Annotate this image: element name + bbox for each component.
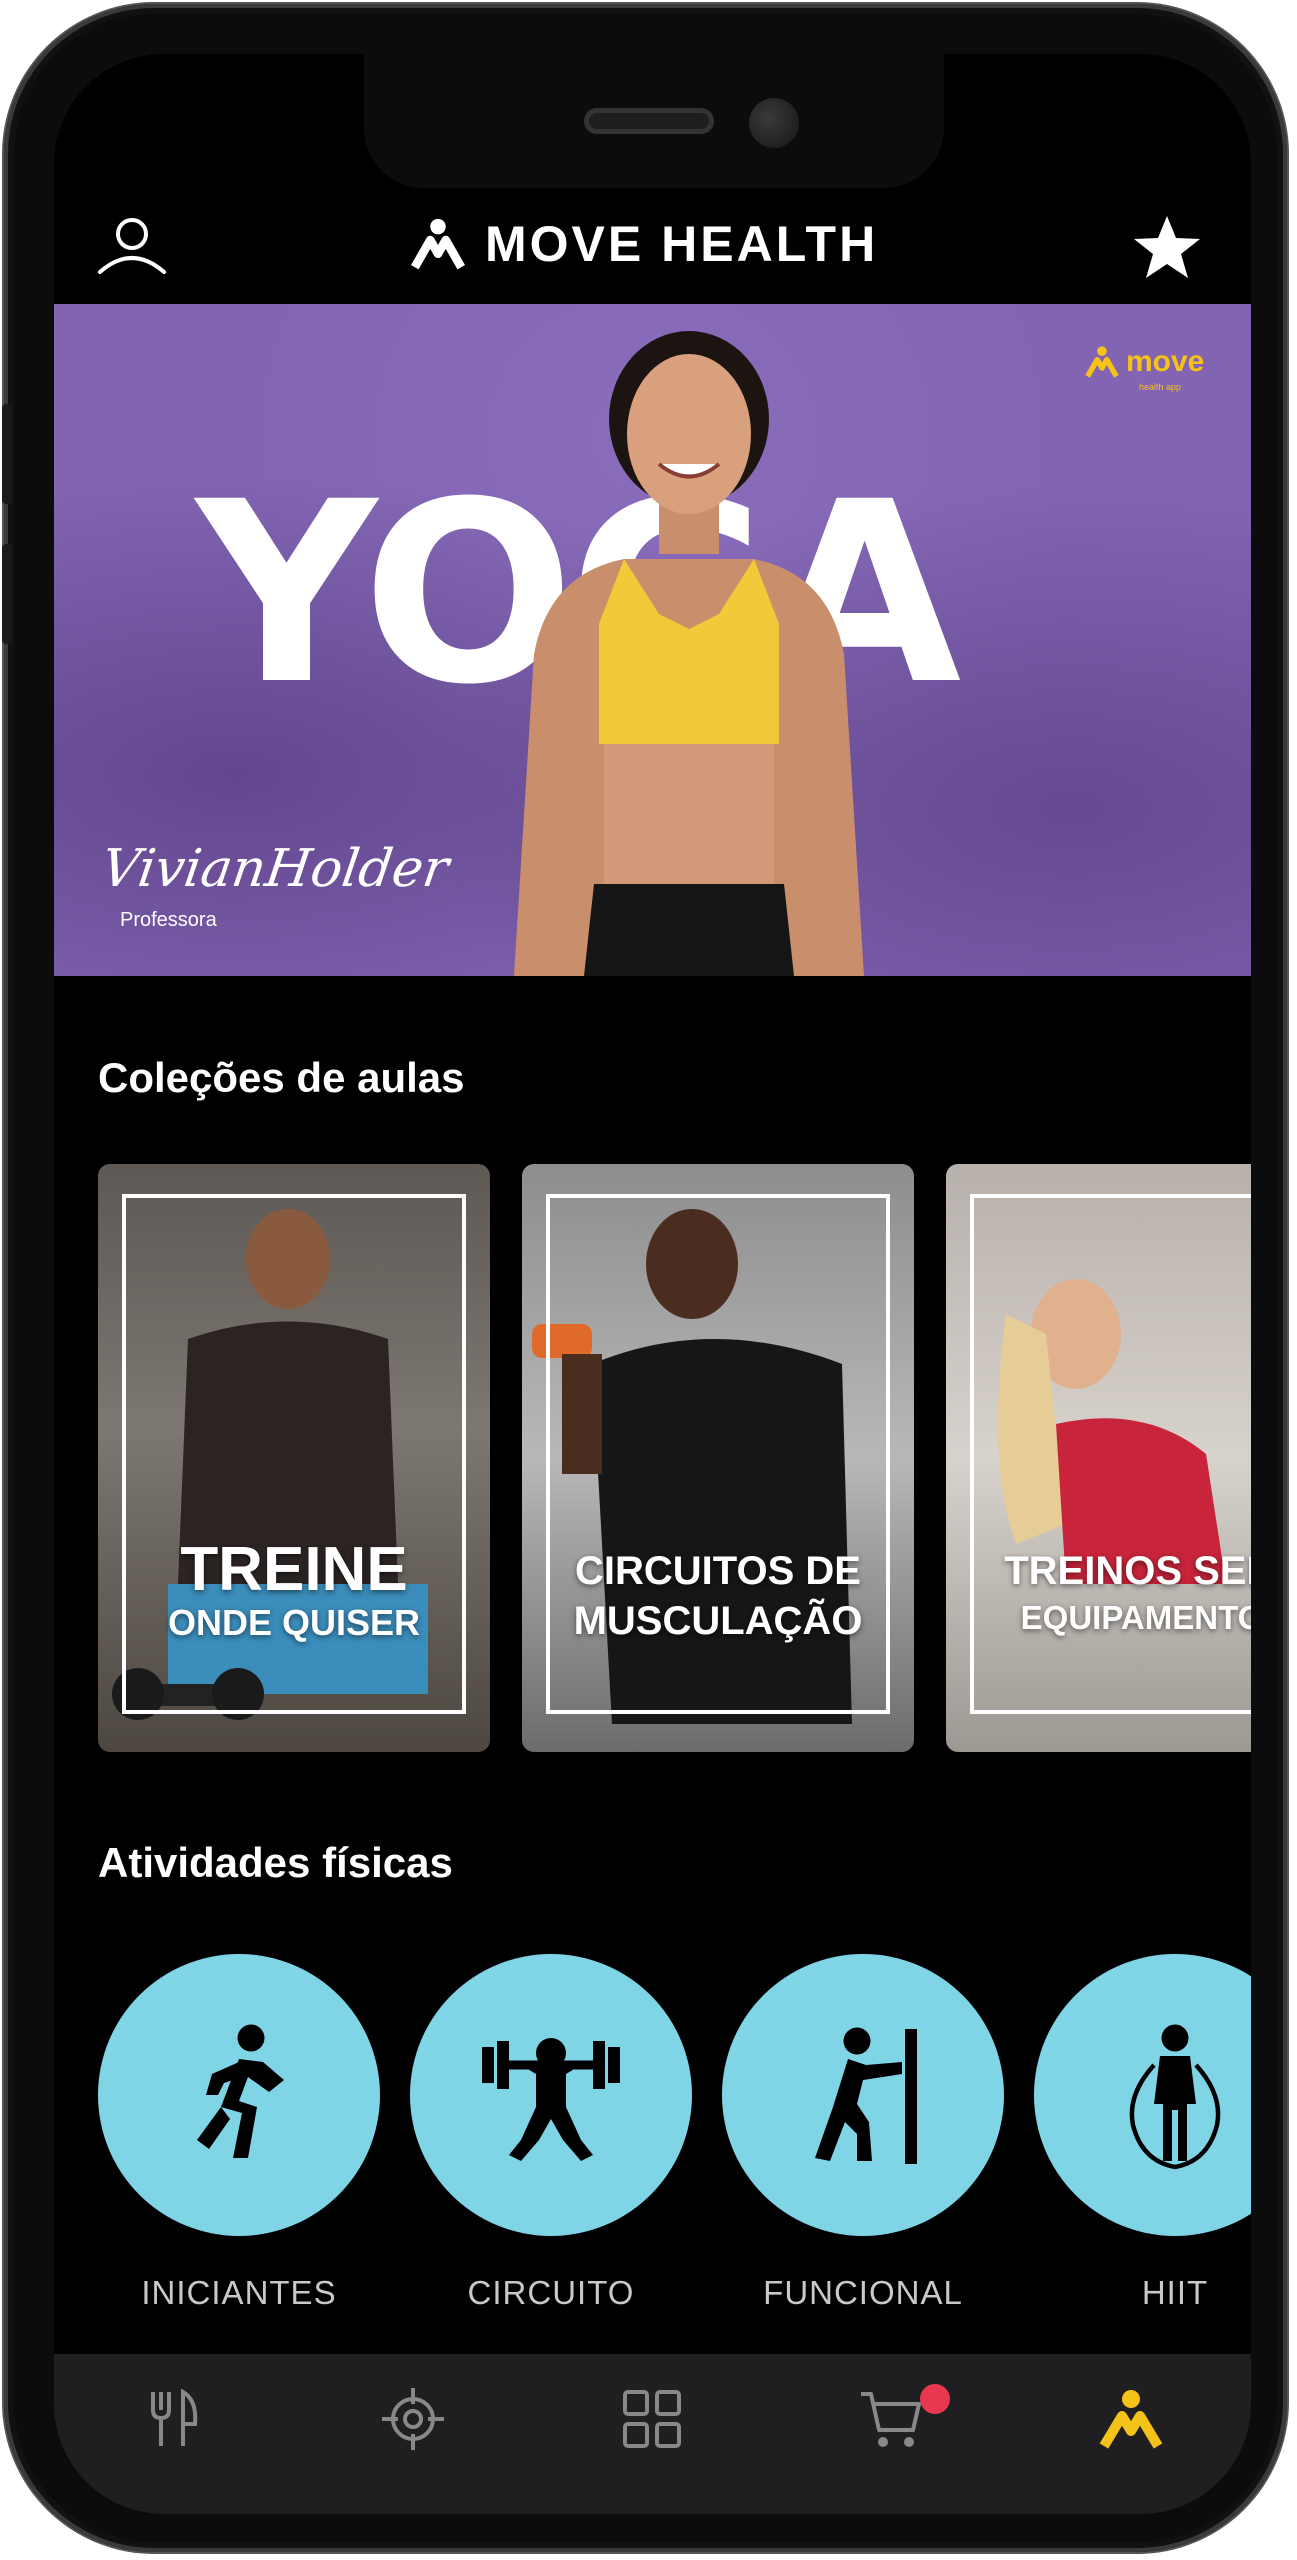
card-title: TREINE bbox=[180, 1535, 408, 1604]
target-icon bbox=[382, 2388, 445, 2450]
screen: MOVE HEALTH YOGA bbox=[54, 54, 1251, 2514]
weightlifter-icon bbox=[482, 2038, 620, 2161]
move-logo-icon bbox=[1085, 346, 1119, 378]
speaker bbox=[584, 108, 714, 134]
bottom-navigation bbox=[54, 2354, 1251, 2514]
cart-icon bbox=[860, 2392, 921, 2447]
nav-cart[interactable] bbox=[772, 2354, 1011, 2484]
instructor-signature: VivianHolder bbox=[97, 839, 453, 899]
activity-label: FUNCIONAL bbox=[763, 2274, 963, 2311]
activity-circle bbox=[1034, 1954, 1251, 2236]
featured-banner[interactable]: YOGA bbox=[54, 304, 1251, 976]
move-logo-icon bbox=[1099, 2390, 1163, 2449]
collections-carousel[interactable]: TREINE ONDE QUISER CIRCUITOS DE MUSCULAÇ… bbox=[98, 1164, 1251, 1754]
brand: MOVE HEALTH bbox=[409, 212, 878, 276]
card-title: CIRCUITOS DE bbox=[575, 1549, 861, 1593]
activity-label: INICIANTES bbox=[141, 2274, 337, 2311]
wall-push-icon bbox=[815, 2027, 917, 2164]
nav-goals[interactable] bbox=[293, 2354, 532, 2484]
activity-beginners[interactable]: INICIANTES bbox=[98, 1954, 380, 2314]
activity-label: HIIT bbox=[1141, 2274, 1209, 2311]
activity-circuit[interactable]: CIRCUITO bbox=[410, 1954, 692, 2314]
instructor-photo bbox=[514, 331, 864, 976]
side-button bbox=[2, 404, 12, 504]
activity-label: CIRCUITO bbox=[467, 2274, 635, 2311]
nav-home[interactable] bbox=[1012, 2354, 1251, 2484]
front-camera bbox=[749, 98, 799, 148]
app-header: MOVE HEALTH bbox=[54, 184, 1251, 304]
activity-hiit[interactable]: HIIT bbox=[1034, 1954, 1251, 2314]
activities-title: Atividades físicas bbox=[98, 1839, 453, 1886]
grid-icon bbox=[623, 2390, 682, 2448]
nav-nutrition[interactable] bbox=[54, 2354, 293, 2484]
nav-categories[interactable] bbox=[533, 2354, 772, 2484]
fork-knife-icon bbox=[150, 2388, 197, 2446]
jump-rope-icon bbox=[1129, 2024, 1221, 2170]
user-icon[interactable] bbox=[92, 206, 172, 286]
collection-card-circuits[interactable]: CIRCUITOS DE MUSCULAÇÃO bbox=[522, 1164, 914, 1752]
banner-logo-subtext: health app bbox=[1139, 382, 1182, 392]
activity-circle bbox=[722, 1954, 1004, 2236]
move-logo-icon bbox=[411, 218, 465, 270]
banner-logo-text: move bbox=[1126, 345, 1205, 378]
phone-frame: MOVE HEALTH YOGA bbox=[2, 4, 1287, 2552]
card-title: TREINOS SEM bbox=[1004, 1549, 1251, 1593]
brand-name: MOVE HEALTH bbox=[485, 216, 879, 272]
collection-card-train-anywhere[interactable]: TREINE ONDE QUISER bbox=[98, 1164, 490, 1752]
activity-circle bbox=[98, 1954, 380, 2236]
activity-functional[interactable]: FUNCIONAL bbox=[722, 1954, 1004, 2314]
instructor-role: Professora bbox=[120, 909, 217, 931]
card-subtitle: EQUIPAMENTO bbox=[1020, 1599, 1251, 1636]
activities-carousel[interactable]: INICIANTES CIRCUITO FUNCIONAL HIIT bbox=[98, 1954, 1251, 2314]
card-subtitle: ONDE QUISER bbox=[167, 1602, 421, 1643]
activity-circle bbox=[410, 1954, 692, 2236]
card-subtitle: MUSCULAÇÃO bbox=[573, 1599, 863, 1643]
notch bbox=[364, 54, 944, 188]
cart-badge bbox=[920, 2384, 951, 2414]
running-person-icon bbox=[197, 2024, 284, 2158]
star-icon[interactable] bbox=[1132, 212, 1202, 282]
side-button bbox=[2, 544, 12, 644]
banner-logo: move bbox=[1084, 344, 1204, 380]
collections-title: Coleções de aulas bbox=[98, 1054, 465, 1101]
collection-card-no-equipment[interactable]: TREINOS SEM EQUIPAMENTO bbox=[946, 1164, 1251, 1752]
